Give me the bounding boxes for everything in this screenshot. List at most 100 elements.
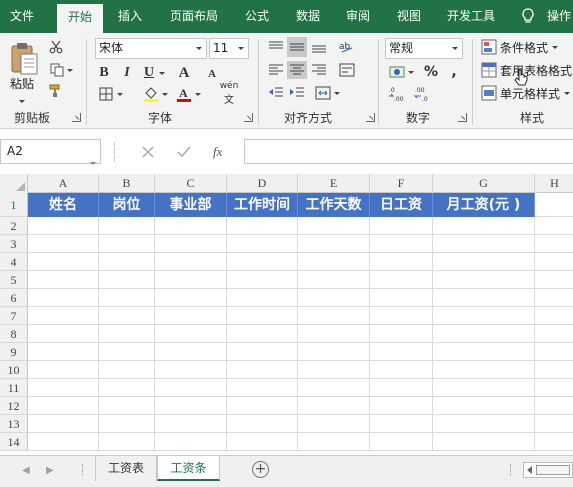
scroll-split-grip[interactable] [510,464,512,476]
tab-developer[interactable]: 开发工具 [439,0,503,33]
grid-cell[interactable] [370,289,433,307]
grid-cell[interactable] [227,379,298,397]
row-header[interactable]: 9 [0,343,28,361]
row-header[interactable]: 8 [0,325,28,343]
row-header[interactable]: 14 [0,433,28,451]
grid-cell[interactable] [99,271,155,289]
worksheet-grid[interactable]: ABCDEFGH 1 姓名 岗位 事业部 工作时间 工作天数 日工资 月工资(元 ) 2 3 4 5 6… [0,174,573,455]
grid-cell[interactable] [99,235,155,253]
bold-button[interactable]: B [96,64,112,82]
grid-cell[interactable] [99,289,155,307]
grid-cell[interactable] [155,271,227,289]
tab-file[interactable]: 文件 [0,0,44,33]
grid-cell[interactable] [28,307,99,325]
grid-cell[interactable] [298,217,370,235]
column-header[interactable]: E [298,174,370,193]
align-middle-icon[interactable] [287,37,307,57]
grid-cell[interactable] [155,397,227,415]
grid-cell[interactable] [433,415,535,433]
grid-cell[interactable] [298,379,370,397]
grid-cell[interactable] [155,235,227,253]
grid-cell[interactable] [535,343,573,361]
grid-cell[interactable] [155,343,227,361]
grid-cell[interactable] [535,289,573,307]
tab-page-layout[interactable]: 页面布局 [163,0,225,33]
wrap-text-button[interactable] [335,61,359,79]
grid-cell[interactable] [99,253,155,271]
table-header-cell[interactable]: 岗位 [99,193,155,217]
grid-cell[interactable] [227,325,298,343]
grid-cell[interactable] [28,361,99,379]
tab-formulas[interactable]: 公式 [237,0,277,33]
font-name-combo[interactable]: 宋体 [95,38,207,59]
grid-cell[interactable] [28,379,99,397]
grid-cell[interactable] [298,415,370,433]
add-sheet-button[interactable]: + [252,461,269,478]
align-top-icon[interactable] [266,37,286,57]
grid-cell[interactable] [370,217,433,235]
font-launcher[interactable] [244,113,253,122]
grid-cell[interactable] [227,415,298,433]
copy-button[interactable] [48,62,74,78]
grid-cell[interactable] [370,235,433,253]
grid-cell[interactable] [155,307,227,325]
grid-cell[interactable] [370,325,433,343]
formula-input[interactable] [244,139,573,164]
grid-cell[interactable] [99,397,155,415]
grid-cell[interactable] [370,379,433,397]
grid-cell[interactable] [535,397,573,415]
grid-cell[interactable] [99,343,155,361]
scroll-tabs-left-icon[interactable]: ◀ [22,466,32,476]
cut-icon[interactable] [48,39,64,55]
tab-tell-me[interactable]: 操作 [547,0,573,33]
grid-cell[interactable] [155,361,227,379]
grid-cell[interactable] [155,253,227,271]
grid-cell[interactable] [535,379,573,397]
table-header-cell[interactable]: 事业部 [155,193,227,217]
name-box[interactable]: A2 [0,139,101,165]
grid-cell[interactable] [28,235,99,253]
underline-button[interactable]: U [142,64,156,82]
tab-view[interactable]: 视图 [389,0,429,33]
grid-cell[interactable] [433,307,535,325]
grid-cell[interactable] [433,289,535,307]
decrease-indent-icon[interactable] [266,84,286,102]
lightbulb-icon[interactable] [519,7,537,25]
grid-cell[interactable] [370,433,433,451]
grid-cell[interactable] [298,325,370,343]
grid-cell[interactable] [298,235,370,253]
grid-cell[interactable] [227,235,298,253]
grid-cell[interactable] [28,271,99,289]
grid-cell[interactable] [535,193,573,217]
clipboard-launcher[interactable] [72,113,81,122]
grid-cell[interactable] [28,343,99,361]
grid-cell[interactable] [433,217,535,235]
horizontal-scrollbar[interactable] [523,462,573,478]
table-header-cell[interactable]: 工作天数 [298,193,370,217]
paste-dropdown-caret[interactable] [19,92,25,106]
grid-cell[interactable] [433,361,535,379]
paste-label[interactable]: 粘贴 [10,75,34,92]
grid-cell[interactable] [298,253,370,271]
grid-cell[interactable] [155,379,227,397]
table-header-cell[interactable]: 姓名 [28,193,99,217]
grid-cell[interactable] [433,253,535,271]
scroll-thumb[interactable] [536,465,570,475]
grid-cell[interactable] [535,217,573,235]
row-header[interactable]: 13 [0,415,28,433]
column-header[interactable]: B [99,174,155,193]
align-left-icon[interactable] [266,61,286,79]
grid-cell[interactable] [155,217,227,235]
grid-cell[interactable] [370,415,433,433]
shrink-font-button[interactable]: A [204,66,220,82]
increase-decimal-icon[interactable]: .0.00 [386,84,408,104]
select-all-corner[interactable] [0,174,28,193]
grid-cell[interactable] [227,271,298,289]
grid-cell[interactable] [298,433,370,451]
grid-cell[interactable] [370,361,433,379]
grid-cell[interactable] [227,361,298,379]
grid-cell[interactable] [433,433,535,451]
align-center-icon[interactable] [287,61,307,79]
tab-home[interactable]: 开始 [57,4,103,33]
column-header[interactable]: A [28,174,99,193]
